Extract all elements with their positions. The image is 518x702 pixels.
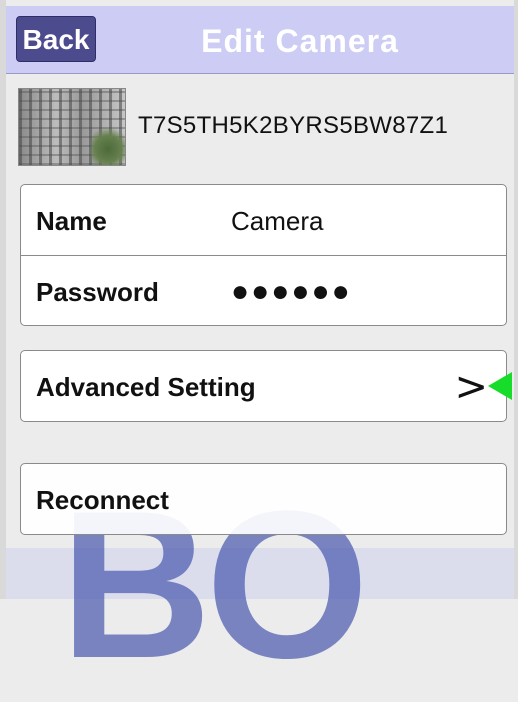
left-frame (0, 0, 6, 599)
name-field[interactable]: Camera (231, 185, 323, 257)
name-row[interactable]: Name Camera (21, 185, 506, 255)
reconnect-group: Reconnect (20, 463, 507, 535)
back-button[interactable]: Back (16, 16, 96, 62)
password-label: Password (36, 277, 159, 307)
navigation-bar: Back Edit Camera (6, 6, 514, 74)
password-field[interactable]: ●●●●●● (231, 256, 352, 328)
right-frame (514, 0, 518, 599)
advanced-setting-row[interactable]: Advanced Setting > (21, 351, 512, 421)
credentials-group: Name Camera Password ●●●●●● (20, 184, 507, 326)
chevron-right-icon: > (454, 364, 488, 410)
page-title: Edit Camera (201, 23, 399, 59)
reconnect-label: Reconnect (36, 485, 169, 515)
reconnect-button[interactable]: Reconnect (21, 464, 506, 534)
green-arrow-icon (488, 372, 512, 400)
password-row[interactable]: Password ●●●●●● (21, 255, 506, 326)
advanced-setting-group: Advanced Setting > (20, 350, 512, 422)
camera-thumbnail (18, 88, 126, 166)
camera-uid: T7S5TH5K2BYRS5BW87Z1 (138, 112, 449, 139)
thumbnail-foliage (91, 125, 125, 165)
advanced-setting-label: Advanced Setting (36, 372, 256, 402)
name-label: Name (36, 206, 107, 236)
watermark-band (6, 548, 514, 599)
